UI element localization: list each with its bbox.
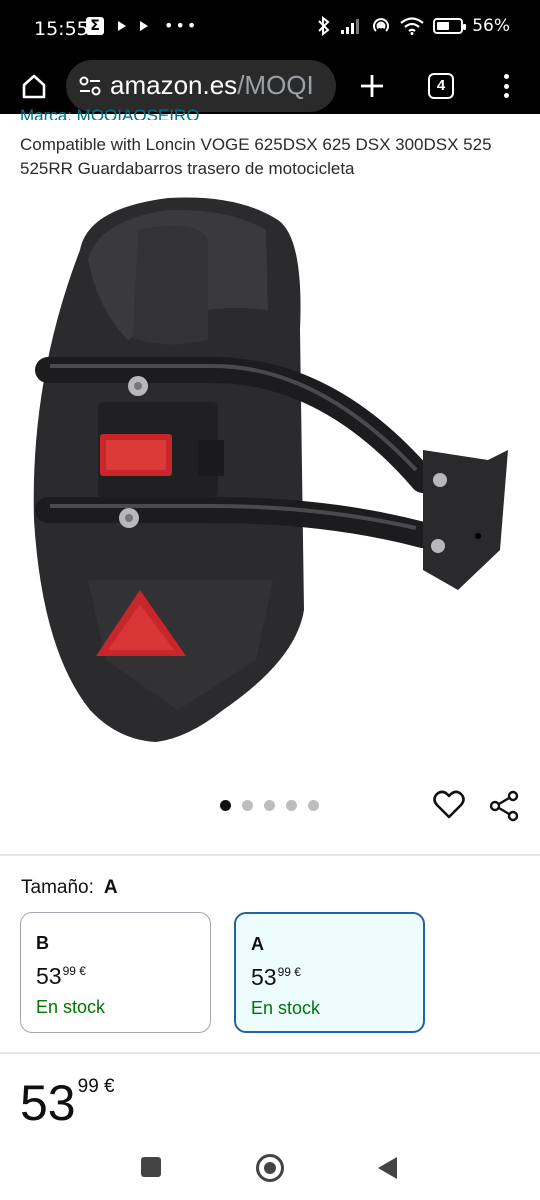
battery-level: [437, 22, 450, 30]
tabs-icon[interactable]: 4: [428, 73, 454, 99]
play-icon: [140, 20, 148, 31]
tune-icon[interactable]: [78, 75, 102, 97]
carousel-dot[interactable]: [308, 800, 319, 811]
product-price: 53 99 €: [20, 1074, 115, 1132]
battery-percent: 56%: [472, 16, 510, 36]
side-mount-plate: [423, 450, 508, 590]
wifi-icon: [400, 17, 424, 35]
share-icon[interactable]: [488, 790, 520, 822]
size-option-name: B: [36, 933, 49, 953]
menu-dot: [503, 83, 509, 89]
carousel-dot[interactable]: [264, 800, 275, 811]
status-bar: 15:55 Σ ••• 56%: [0, 0, 540, 58]
price-currency: €: [104, 1076, 115, 1097]
size-option-price: 5399 €: [251, 964, 301, 991]
size-label: Tamaño: A: [21, 877, 118, 899]
divider: [0, 854, 540, 856]
fender-panel: [133, 225, 208, 345]
bolt: [433, 473, 447, 487]
size-option-name: A: [251, 934, 264, 954]
image-carousel-dots[interactable]: [220, 800, 319, 811]
brand-link[interactable]: Marca: MOQIAOSEIRO: [20, 106, 199, 120]
carousel-dot[interactable]: [286, 800, 297, 811]
hotspot-icon: [373, 18, 390, 32]
system-icons: 56%: [317, 16, 510, 36]
size-option-b[interactable]: B 5399 € En stock: [20, 912, 211, 1033]
price-currency: €: [79, 964, 86, 978]
price-whole: 53: [20, 1075, 76, 1131]
url-domain: amazon.es: [110, 70, 238, 100]
price-whole: 53: [251, 964, 277, 990]
notification-icons: Σ •••: [86, 16, 198, 35]
menu-dot: [503, 93, 509, 98]
url-text[interactable]: amazon.es/MOQI: [110, 70, 314, 101]
size-option-a[interactable]: A 5399 € En stock: [234, 912, 425, 1033]
home-circle-icon[interactable]: [256, 1154, 284, 1182]
product-title: Compatible with Loncin VOGE 625DSX 625 D…: [20, 135, 492, 178]
size-label-text: Tamaño:: [21, 877, 94, 898]
url-path: /MOQI: [237, 70, 314, 100]
recents-icon[interactable]: [141, 1157, 161, 1177]
selected-size: A: [103, 877, 118, 898]
sigma-icon: Σ: [86, 16, 104, 35]
system-nav-bar: [0, 1130, 540, 1200]
play-icon: [118, 20, 126, 31]
bolt: [431, 539, 445, 553]
heart-icon[interactable]: [433, 790, 465, 820]
menu-dot: [503, 74, 509, 79]
signal-icon: [341, 19, 360, 34]
stock-status: En stock: [251, 998, 321, 1018]
address-bar[interactable]: amazon.es/MOQI: [66, 60, 336, 112]
stock-status: En stock: [36, 997, 106, 1017]
battery-icon: [433, 18, 467, 34]
home-button[interactable]: [14, 66, 54, 106]
price-fraction: 99: [77, 1076, 99, 1097]
size-option-price: 5399 €: [36, 963, 86, 990]
new-tab-button[interactable]: [352, 66, 392, 106]
more-dots-icon: •••: [164, 16, 199, 35]
carousel-dot[interactable]: [242, 800, 253, 811]
price-whole: 53: [36, 963, 62, 989]
back-icon[interactable]: [378, 1157, 397, 1179]
menu-dots-icon[interactable]: [494, 70, 518, 102]
plus-icon: [361, 75, 383, 97]
bluetooth-icon: [318, 16, 330, 36]
carousel-dot[interactable]: [220, 800, 231, 811]
hinge: [198, 440, 224, 476]
price-currency: €: [294, 965, 301, 979]
divider: [0, 1052, 540, 1054]
price-fraction: 99: [277, 965, 291, 979]
price-fraction: 99: [62, 964, 76, 978]
status-time: 15:55: [34, 18, 89, 40]
product-image[interactable]: [28, 190, 518, 755]
home-icon: [22, 74, 46, 99]
